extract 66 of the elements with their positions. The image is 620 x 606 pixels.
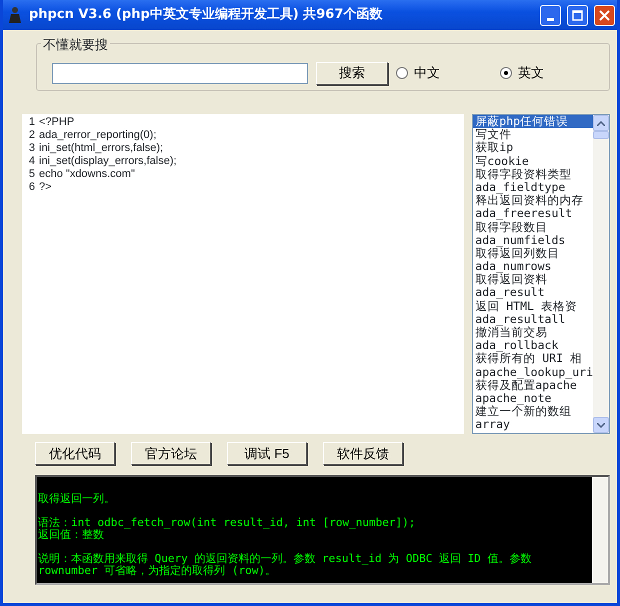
list-item[interactable]: ada_fieldtype	[473, 180, 593, 194]
list-item[interactable]: apache_note	[473, 392, 593, 406]
toolbar-button[interactable]: 官方论坛	[131, 442, 211, 465]
window-title: phpcn V3.6 (php中英文专业编程开发工具) 共967个函数	[29, 6, 384, 24]
search-button[interactable]: 搜索	[316, 62, 388, 84]
radio-icon[interactable]	[396, 67, 408, 79]
line-number: 4	[28, 155, 35, 168]
list-item[interactable]: ada_result	[473, 286, 593, 300]
radio-icon[interactable]	[500, 67, 512, 79]
language-radio[interactable]: 中文	[396, 63, 440, 83]
scrollbar[interactable]	[592, 477, 608, 583]
list-item[interactable]: ada_numrows	[473, 260, 593, 274]
code-line: ini_set(display_errors,false);	[39, 155, 177, 168]
output-text: 返回值：整数	[38, 529, 104, 541]
toolbar-button[interactable]: 优化代码	[35, 442, 115, 465]
close-icon	[599, 10, 610, 20]
list-item[interactable]: 撤消当前交易	[473, 326, 593, 340]
code-line: echo "xdowns.com"	[39, 168, 136, 181]
list-item[interactable]: ada_numfields	[473, 234, 593, 247]
minimize-button[interactable]	[540, 4, 561, 26]
output-text: 取得返回一列。	[38, 493, 116, 505]
toolbar-button[interactable]: 软件反馈	[323, 442, 403, 465]
list-item[interactable]: 返回 HTML 表格资	[473, 300, 593, 313]
line-number: 1	[28, 116, 35, 129]
code-editor[interactable]: 1 2 3 4 5 6 <?PHP ada_rerror_reporting(0); ini_set(html_errors,false); ini_set(display_errors,false); echo "xdowns.com" ?>	[22, 114, 464, 434]
list-item[interactable]: 获得所有的 URI 相	[473, 352, 593, 366]
list-item[interactable]: ada_resultall	[473, 312, 593, 326]
list-item[interactable]: array	[473, 418, 593, 432]
list-item[interactable]: 取得返回资料	[473, 273, 593, 286]
line-number: 3	[28, 142, 35, 155]
maximize-icon	[572, 10, 583, 20]
line-number: 6	[28, 181, 35, 194]
output-text: 语法：int odbc_fetch_row(int result_id, int [row_number]);	[38, 517, 416, 529]
list-item[interactable]: ada_freeresult	[473, 207, 593, 220]
code-line: ini_set(html_errors,false);	[39, 142, 164, 155]
list-item[interactable]: 取得字段数目	[473, 220, 593, 234]
toolbar-button[interactable]: 调试 F5	[227, 442, 307, 465]
close-button[interactable]	[594, 4, 615, 26]
list-item[interactable]: 建立一个新的数组	[473, 405, 593, 418]
code-line: ?>	[39, 181, 53, 194]
scroll-down-button[interactable]	[593, 417, 609, 433]
scroll-thumb[interactable]	[593, 131, 609, 139]
list-item[interactable]: 取得字段资料类型	[473, 168, 593, 181]
line-number: 2	[28, 129, 35, 142]
list-item[interactable]: apache_lookup_uri	[473, 366, 593, 379]
language-radio[interactable]: 英文	[500, 63, 544, 83]
output-text: 说明：本函数用来取得 Query 的返回资料的一列。参数 result_id 为 ODBC 返回 ID 值。参数 rownumber 可省略，为指定的取得列 (row)。	[38, 553, 532, 577]
list-item[interactable]: 释出返回资料的内存	[473, 194, 593, 208]
list-item[interactable]: 获取ip	[473, 141, 593, 155]
list-item[interactable]: 写cookie	[473, 154, 593, 168]
code-line: ada_rerror_reporting(0);	[39, 129, 158, 142]
scrollbar[interactable]	[593, 115, 609, 433]
app-icon	[7, 6, 23, 24]
list-item[interactable]: 写文件	[473, 128, 593, 142]
radio-label: 英文	[518, 64, 544, 82]
maximize-button[interactable]	[567, 4, 588, 26]
list-item[interactable]: ada_rollback	[473, 339, 593, 352]
code-line: <?PHP	[39, 116, 76, 129]
search-field[interactable]	[52, 62, 308, 84]
list-item[interactable]: 取得返回列数目	[473, 246, 593, 260]
list-item[interactable]: 获得及配置apache	[473, 378, 593, 392]
radio-label: 中文	[414, 64, 440, 82]
scroll-up-button[interactable]	[593, 115, 609, 131]
list-item[interactable]: 屏蔽php任何错误	[473, 115, 593, 128]
line-number: 5	[28, 168, 35, 181]
minimize-icon	[547, 18, 554, 20]
